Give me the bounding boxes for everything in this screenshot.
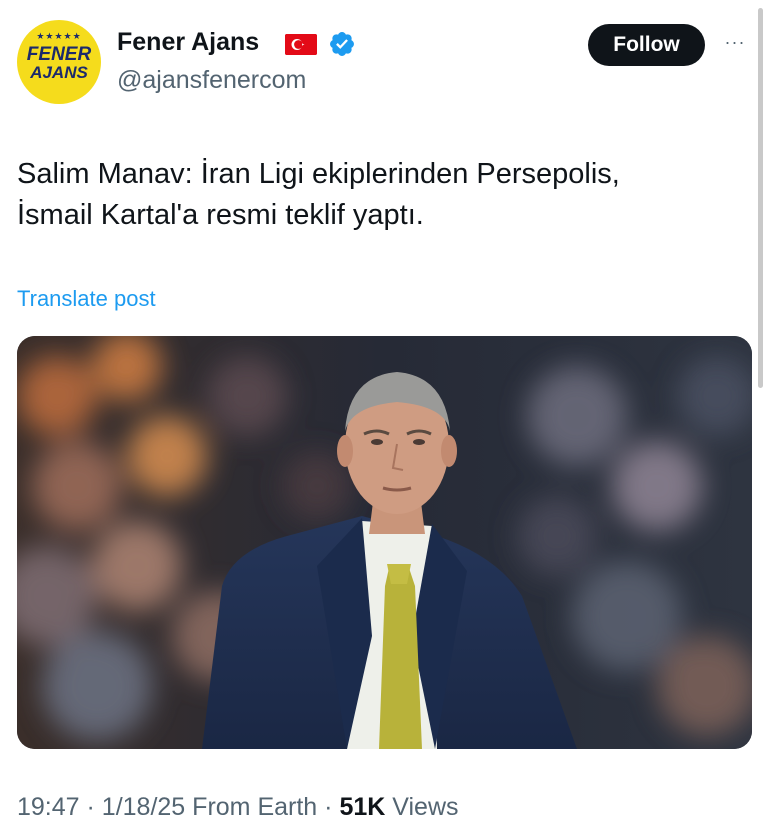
tweet-card: ★★★★★ FENER AJANS Fener Ajans @ajansfene… <box>0 0 768 835</box>
tweet-metadata: 19:47 · 1/18/25 From Earth · 51K Views <box>17 793 459 822</box>
views-label[interactable]: Views <box>392 793 458 821</box>
scrollbar[interactable] <box>758 8 763 388</box>
translate-post-link[interactable]: Translate post <box>17 286 156 312</box>
avatar-logo-text-2: AJANS <box>30 63 88 82</box>
author-handle[interactable]: @ajansfenercom <box>117 66 306 95</box>
tweet-text: Salim Manav: İran Ligi ekiplerinden Pers… <box>17 158 620 231</box>
views-count[interactable]: 51K <box>339 793 385 821</box>
follow-button[interactable]: Follow <box>588 24 705 66</box>
tweet-time[interactable]: 19:47 <box>17 793 80 821</box>
avatar[interactable]: ★★★★★ FENER AJANS <box>17 20 101 104</box>
tweet-date[interactable]: 1/18/25 <box>102 793 185 821</box>
verified-badge-icon <box>328 30 356 58</box>
avatar-stars: ★★★★★ <box>36 32 82 42</box>
turkey-flag-icon <box>285 34 317 55</box>
author-display-name[interactable]: Fener Ajans <box>117 28 259 57</box>
meta-separator: · <box>86 793 95 821</box>
more-options-icon[interactable]: ··· <box>720 32 750 52</box>
tweet-location: From Earth <box>192 793 318 821</box>
tweet-media-photo[interactable] <box>17 336 752 749</box>
meta-separator: · <box>324 793 333 821</box>
